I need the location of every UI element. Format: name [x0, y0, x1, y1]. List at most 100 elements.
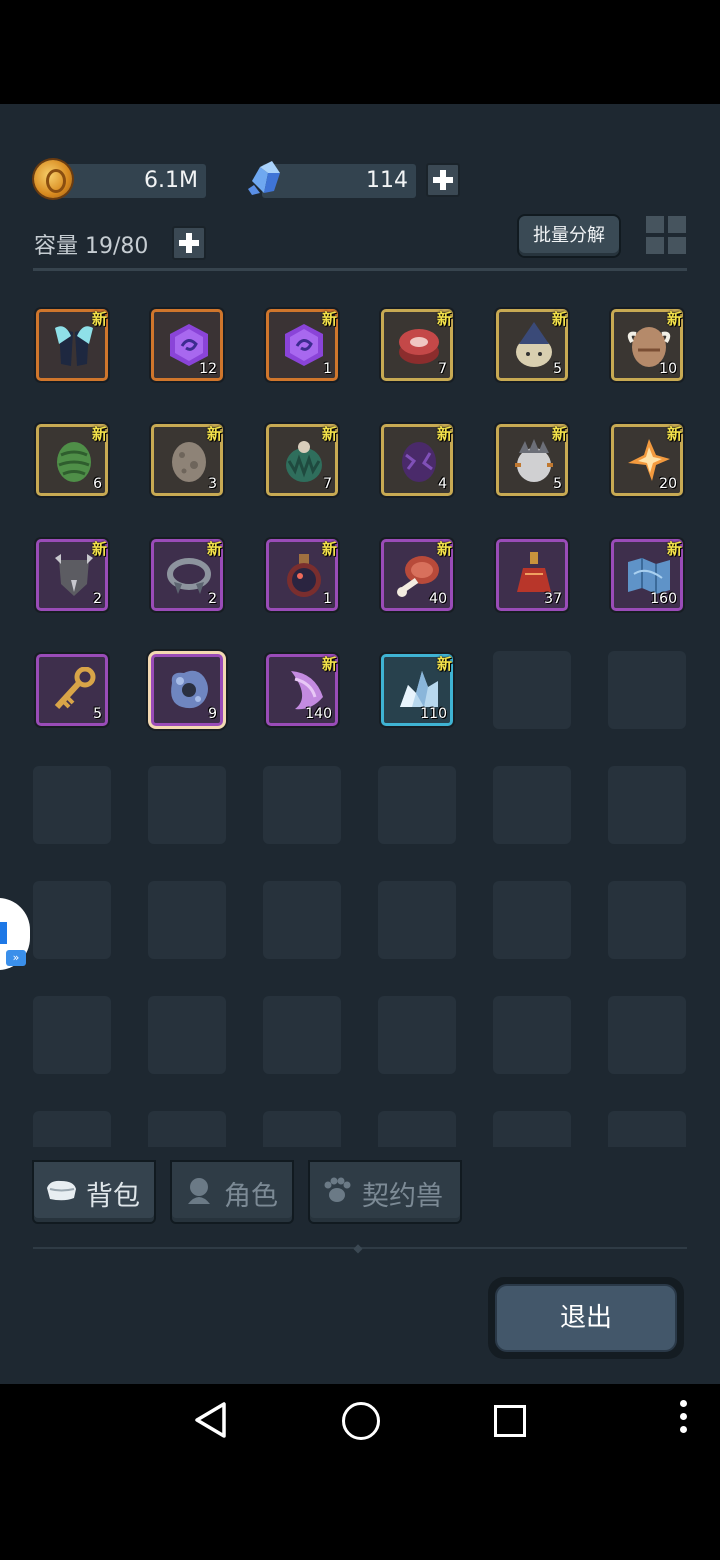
item-quantity: 140 [305, 706, 332, 722]
empty-slot[interactable] [33, 996, 111, 1074]
item-quantity: 4 [438, 476, 447, 492]
empty-slot[interactable] [148, 881, 226, 959]
add-crystal-button[interactable] [426, 163, 460, 197]
blue-ore-icon [171, 670, 208, 709]
inventory-item-raw-steak[interactable]: 新7 [381, 309, 453, 381]
nav-back-icon[interactable] [192, 1401, 230, 1439]
golden-key-icon [54, 667, 96, 710]
empty-slot[interactable] [608, 996, 686, 1074]
item-quantity: 5 [553, 361, 562, 377]
dark-purple-egg-icon [402, 442, 436, 482]
empty-slot[interactable] [378, 881, 456, 959]
empty-slot[interactable] [493, 766, 571, 844]
item-quantity: 2 [93, 591, 102, 607]
empty-slot[interactable] [493, 1111, 571, 1147]
inventory-item-green-swirl-egg[interactable]: 新6 [36, 424, 108, 496]
empty-slot[interactable] [148, 1111, 226, 1147]
gold-coin-icon [34, 160, 72, 198]
iron-collar-icon [167, 558, 211, 594]
empty-slot[interactable] [148, 996, 226, 1074]
item-quantity: 40 [429, 591, 447, 607]
empty-slot[interactable] [263, 766, 341, 844]
nav-home-icon[interactable] [342, 1402, 380, 1440]
new-badge: 新 [91, 425, 107, 443]
item-quantity: 5 [93, 706, 102, 722]
empty-slot[interactable] [493, 996, 571, 1074]
new-badge: 新 [436, 425, 452, 443]
item-quantity: 10 [659, 361, 677, 377]
new-badge: 新 [321, 310, 337, 328]
nav-more-icon[interactable] [680, 1400, 688, 1440]
batch-decompose-button[interactable]: 批量分解 [517, 214, 621, 258]
nav-recents-icon[interactable] [494, 1405, 526, 1437]
inventory-item-iron-collar[interactable]: 新2 [151, 539, 223, 611]
empty-slot[interactable] [378, 1111, 456, 1147]
inventory-item-ice-crystal[interactable]: 新 110 [381, 654, 453, 726]
inventory-item-leafy-egg[interactable]: 新7 [266, 424, 338, 496]
new-badge: 新 [436, 655, 452, 673]
stone-egg-icon [172, 442, 206, 482]
inventory-item-golden-key[interactable]: 5 [36, 654, 108, 726]
new-badge: 新 [666, 310, 682, 328]
empty-slot[interactable] [148, 766, 226, 844]
empty-slot[interactable] [608, 766, 686, 844]
new-badge: 新 [551, 310, 567, 328]
item-quantity: 1 [323, 361, 332, 377]
item-quantity: 110 [420, 706, 447, 722]
inventory-item-dark-purple-egg[interactable]: 新4 [381, 424, 453, 496]
inventory-item-purple-shard[interactable]: 新 140 [266, 654, 338, 726]
new-badge: 新 [91, 540, 107, 558]
paw-icon [324, 1177, 351, 1202]
tab-contract-beast-label: 契约兽 [362, 1181, 443, 1212]
empty-slot[interactable] [493, 651, 571, 729]
new-badge: 新 [436, 310, 452, 328]
empty-slot[interactable] [608, 881, 686, 959]
empty-slot[interactable] [33, 766, 111, 844]
inventory-item-potion-flask[interactable]: 新1 [266, 539, 338, 611]
item-quantity: 20 [659, 476, 677, 492]
leafy-egg-icon [286, 441, 322, 482]
inventory-item-stone-egg[interactable]: 新3 [151, 424, 223, 496]
inventory-item-orange-crystal[interactable]: 新 20 [611, 424, 683, 496]
inventory-item-meat-bone[interactable]: 新 40 [381, 539, 453, 611]
empty-slot[interactable] [263, 1111, 341, 1147]
empty-slot[interactable] [493, 881, 571, 959]
exit-button-label: 退出 [495, 1284, 677, 1352]
expand-capacity-button[interactable] [172, 226, 206, 260]
wizard-egg-icon [516, 322, 552, 367]
gold-value: 6.1M [144, 168, 198, 193]
new-badge: 新 [666, 425, 682, 443]
inventory-item-blue-ore[interactable]: 9 [151, 654, 223, 726]
tab-contract-beast[interactable]: 契约兽 [308, 1160, 462, 1224]
purple-rune-stone-icon [285, 324, 323, 366]
inventory-item-spiked-shield[interactable]: 新2 [36, 539, 108, 611]
item-quantity: 12 [199, 361, 217, 377]
inventory-item-red-elixir[interactable]: 37 [496, 539, 568, 611]
empty-slot[interactable] [608, 651, 686, 729]
empty-slot[interactable] [378, 766, 456, 844]
inventory-item-wings-cloak[interactable]: 新 [36, 309, 108, 381]
empty-slot[interactable] [378, 996, 456, 1074]
bag-icon [47, 1180, 76, 1201]
empty-slot[interactable] [33, 1111, 111, 1147]
inventory-item-wizard-egg[interactable]: 新5 [496, 309, 568, 381]
inventory-item-spiky-grey-egg[interactable]: 新5 [496, 424, 568, 496]
inventory-item-horned-egg[interactable]: 新 10 [611, 309, 683, 381]
empty-slot[interactable] [33, 881, 111, 959]
empty-slot[interactable] [263, 881, 341, 959]
divider [33, 268, 687, 271]
empty-slot[interactable] [608, 1111, 686, 1147]
new-badge: 新 [321, 655, 337, 673]
inventory-item-purple-rune-stone[interactable]: 12 [151, 309, 223, 381]
gold-counter: 6.1M [54, 164, 206, 198]
new-badge: 新 [206, 425, 222, 443]
inventory-grid: 新 12 新 1 新 7 新 5 新 10 新 6 新 3 新 7 新 4 新 5 新 20 新 2 新 2 新 1 新 40 37 新 160… [0, 290, 720, 1147]
inventory-item-purple-rune-stone[interactable]: 新1 [266, 309, 338, 381]
inventory-item-treasure-map[interactable]: 新 160 [611, 539, 683, 611]
grid-view-icon[interactable] [646, 216, 686, 254]
exit-button[interactable]: 退出 [488, 1277, 684, 1359]
tab-character[interactable]: 角色 [170, 1160, 294, 1224]
new-badge: 新 [551, 425, 567, 443]
empty-slot[interactable] [263, 996, 341, 1074]
tab-bag[interactable]: 背包 [32, 1160, 156, 1224]
